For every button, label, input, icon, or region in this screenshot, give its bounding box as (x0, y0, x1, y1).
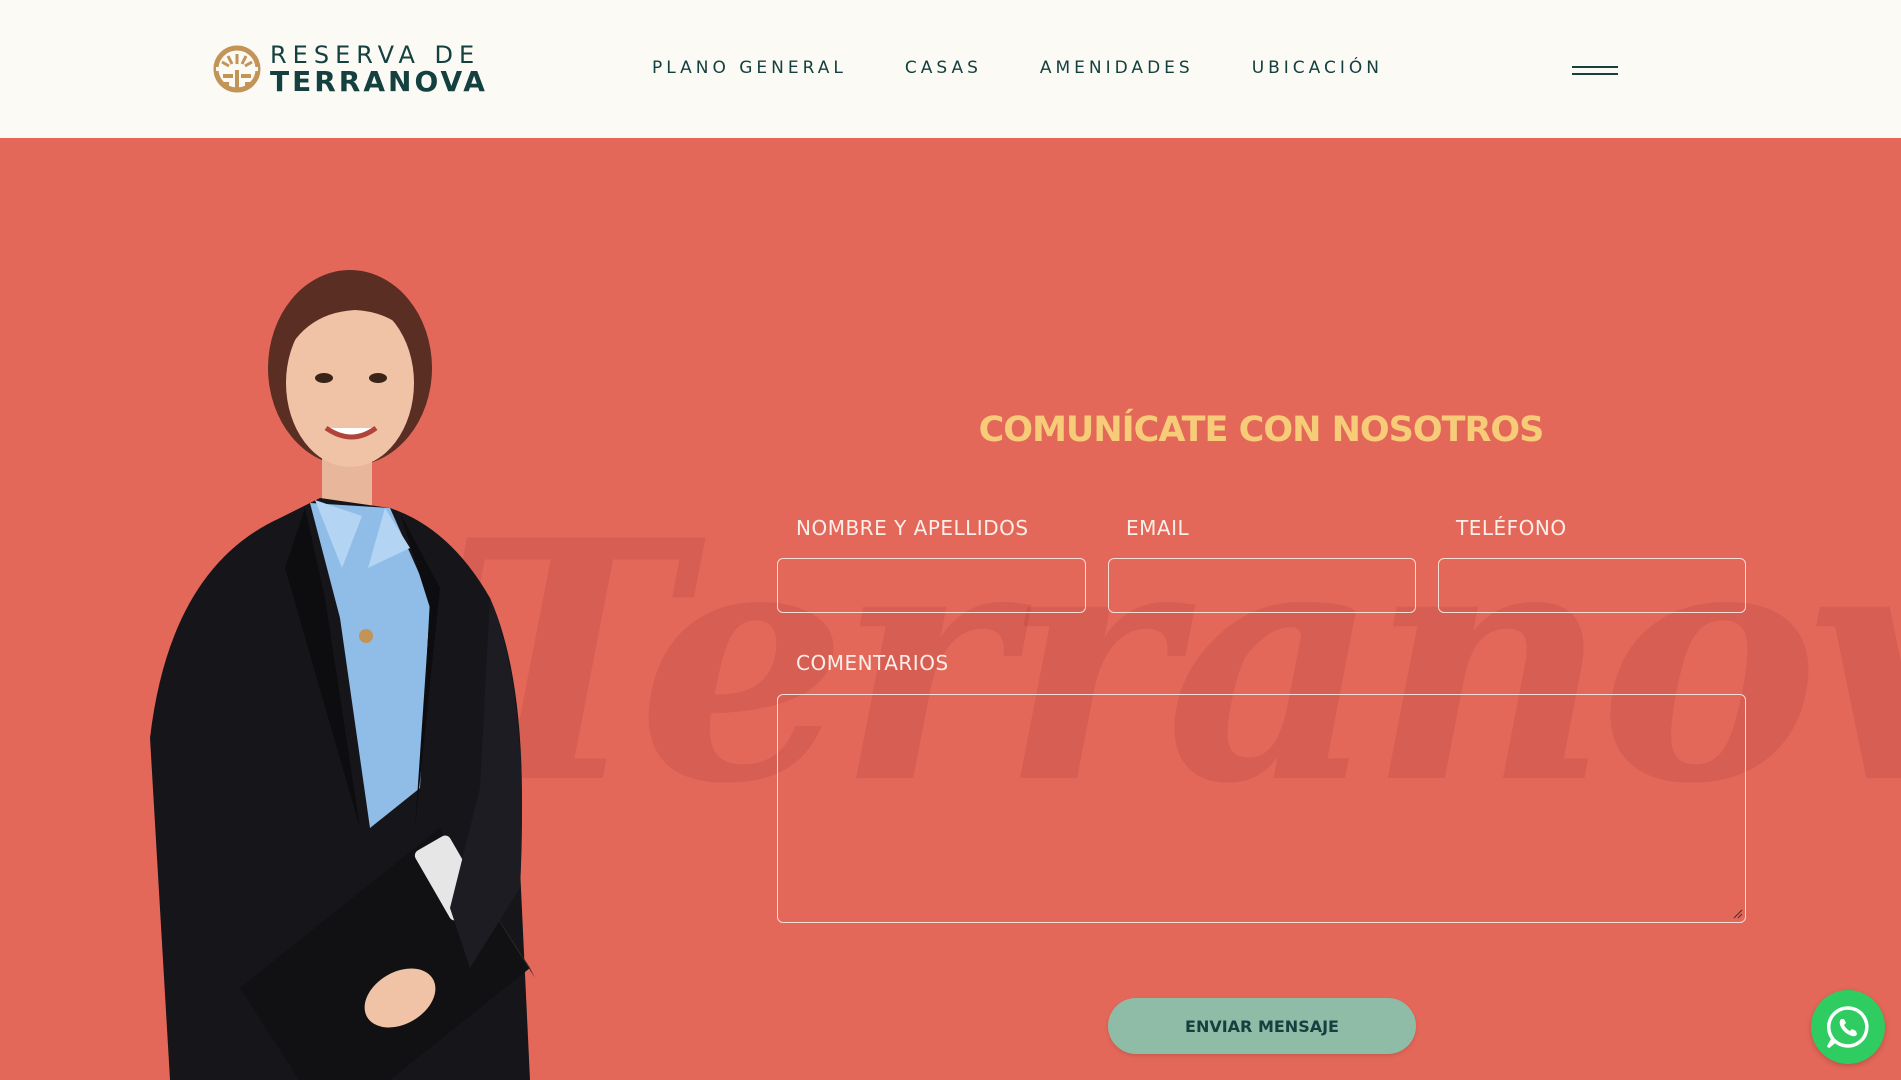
main-nav: PLANO GENERAL CASAS AMENIDADES UBICACIÓN (652, 58, 1441, 78)
terranova-sun-logo-icon (213, 45, 261, 93)
resize-grip-icon[interactable] (1733, 909, 1743, 919)
phone-label: TELÉFONO (1456, 516, 1567, 540)
comments-field[interactable] (777, 694, 1746, 923)
comments-label: COMENTARIOS (796, 651, 949, 675)
nav-item-amenidades[interactable]: AMENIDADES (1040, 58, 1194, 78)
whatsapp-icon (1827, 1006, 1869, 1048)
nav-item-casas[interactable]: CASAS (905, 58, 982, 78)
name-label: NOMBRE Y APELLIDOS (796, 516, 1029, 540)
form-title: COMUNÍCATE CON NOSOTROS (978, 410, 1545, 450)
hamburger-menu-icon[interactable] (1572, 66, 1620, 80)
site-header: RESERVA DE TERRANOVA PLANO GENERAL CASAS… (0, 0, 1901, 138)
phone-field[interactable] (1438, 558, 1746, 613)
agent-photo (150, 270, 535, 1080)
email-field[interactable] (1108, 558, 1416, 613)
email-label: EMAIL (1126, 516, 1190, 540)
contact-section: Terranova COMUNÍC (0, 138, 1901, 1080)
send-message-button[interactable]: ENVIAR MENSAJE (1108, 998, 1416, 1054)
whatsapp-button[interactable] (1811, 990, 1885, 1064)
brand-name-line1: RESERVA DE (270, 40, 481, 69)
name-field[interactable] (777, 558, 1086, 613)
brand-name-line2: TERRANOVA (270, 64, 488, 98)
nav-item-plano-general[interactable]: PLANO GENERAL (652, 58, 847, 78)
brand-logo[interactable]: RESERVA DE TERRANOVA (212, 40, 512, 98)
nav-item-ubicacion[interactable]: UBICACIÓN (1252, 58, 1383, 78)
